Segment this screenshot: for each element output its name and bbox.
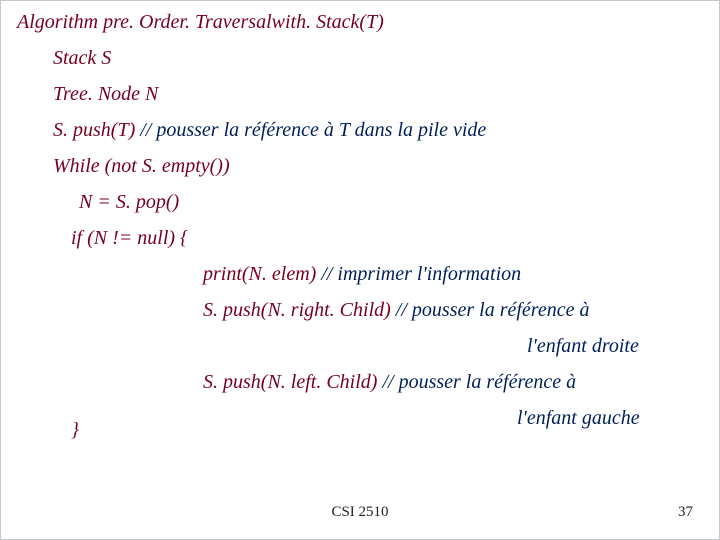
code-line: S. push(N. right. Child) // pousser la r…	[203, 299, 589, 322]
code-comment: l'enfant gauche	[517, 407, 640, 430]
page-number: 37	[678, 504, 693, 521]
code-line: }	[71, 419, 79, 442]
code-text: S. push(N. right. Child)	[203, 299, 396, 321]
code-comment: // imprimer l'information	[321, 263, 521, 285]
code-line: if (N != null) {	[71, 227, 188, 250]
algorithm-title: Algorithm pre. Order. Traversalwith. Sta…	[17, 11, 384, 34]
code-line: Stack S	[53, 47, 111, 70]
code-comment: // pousser la référence à T dans la pile…	[140, 119, 486, 141]
code-line: While (not S. empty())	[53, 155, 230, 178]
footer-center: CSI 2510	[1, 504, 719, 521]
code-comment: // pousser la référence à	[382, 371, 576, 393]
slide: Algorithm pre. Order. Traversalwith. Sta…	[0, 0, 720, 540]
code-text: S. push(N. left. Child)	[203, 371, 382, 393]
code-text: S. push(T)	[53, 119, 140, 141]
code-comment: l'enfant droite	[527, 335, 639, 358]
code-line: Tree. Node N	[53, 83, 158, 106]
code-comment: // pousser la référence à	[396, 299, 590, 321]
code-text: print(N. elem)	[203, 263, 321, 285]
code-line: S. push(N. left. Child) // pousser la ré…	[203, 371, 576, 394]
code-line: S. push(T) // pousser la référence à T d…	[53, 119, 486, 142]
code-line: N = S. pop()	[79, 191, 179, 214]
code-line: print(N. elem) // imprimer l'information	[203, 263, 521, 286]
